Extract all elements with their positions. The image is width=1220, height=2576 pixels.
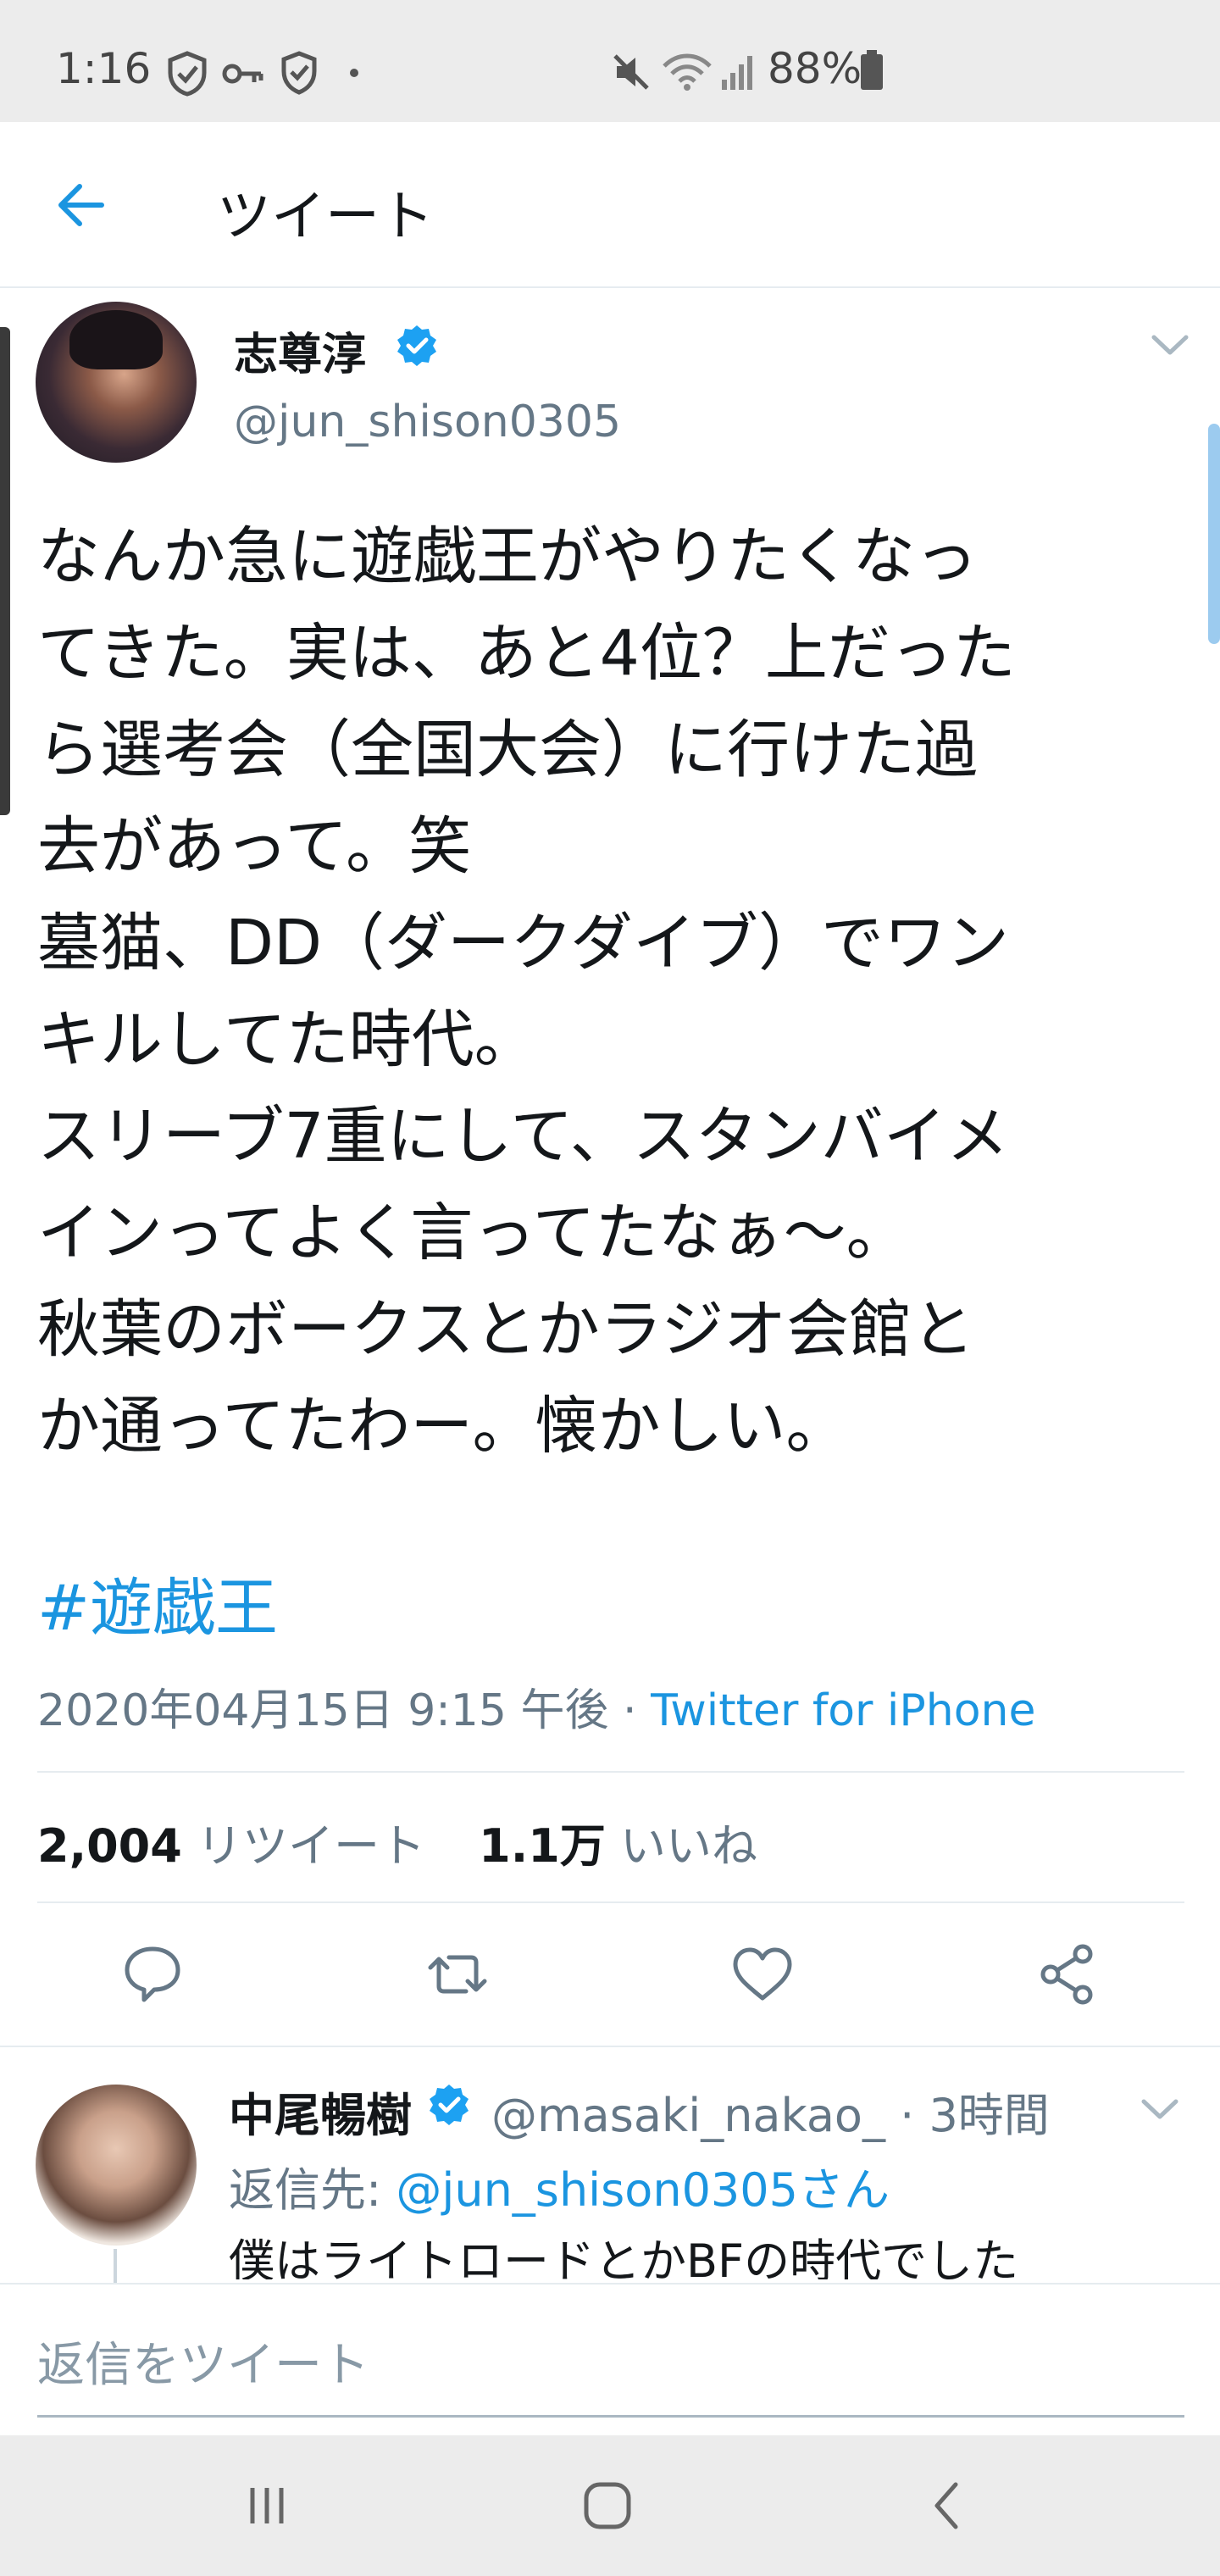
shield-icon	[281, 51, 317, 95]
like-heart-icon[interactable]	[729, 1940, 796, 2008]
tweet-text: なんか急に遊戯王がやりたくなっ てきた。実は、あと4位？上だった ら選考会（全国…	[37, 520, 1016, 1463]
divider	[37, 1901, 1184, 1903]
divider	[0, 2046, 1220, 2047]
header: ツイート	[0, 122, 1220, 288]
divider	[37, 1771, 1184, 1773]
battery-icon	[861, 50, 883, 90]
reply-text: 僕はライトロードとかBFの時代でした	[229, 2235, 1019, 2279]
tweet-actions	[0, 1940, 1220, 2008]
reply-author-handle[interactable]: @masaki_nakao_ · 3時間	[491, 2078, 1050, 2145]
author-handle[interactable]: @jun_shison0305	[234, 397, 621, 447]
retweets-label[interactable]: リツイート	[197, 1819, 425, 1873]
recent-apps-icon[interactable]	[229, 2468, 305, 2544]
scrollbar[interactable]	[1208, 424, 1220, 644]
thread-line	[114, 2249, 117, 2283]
page-title: ツイート	[217, 186, 434, 248]
avatar[interactable]	[36, 302, 197, 463]
status-time: 1:16	[56, 44, 152, 93]
reply-to-mention-link[interactable]: @jun_shison0305さん	[396, 2163, 890, 2217]
chevron-down-icon[interactable]	[1140, 2096, 1179, 2122]
home-icon[interactable]	[569, 2468, 646, 2544]
input-underline	[37, 2415, 1184, 2418]
signal-icon	[722, 56, 752, 90]
tweet-stats: 2,004 リツイート 1.1万 いいね	[37, 1808, 796, 1875]
reply-avatar[interactable]	[36, 2085, 197, 2246]
back-nav-icon[interactable]	[910, 2468, 986, 2544]
verified-badge-icon	[397, 325, 436, 366]
chevron-down-icon[interactable]	[1151, 332, 1190, 358]
reply-author-name[interactable]: 中尾暢樹	[229, 2078, 412, 2145]
key-icon	[222, 64, 263, 84]
likes-count[interactable]: 1.1万	[479, 1819, 606, 1873]
likes-label[interactable]: いいね	[620, 1819, 757, 1873]
reply-icon[interactable]	[119, 1940, 186, 2008]
author-name[interactable]: 志尊淳	[234, 319, 366, 382]
reply-input[interactable]: 返信をツイート	[37, 2327, 369, 2396]
dot-icon	[350, 69, 358, 77]
tweet-source-link[interactable]: Twitter for iPhone	[651, 1685, 1035, 1736]
share-icon[interactable]	[1034, 1940, 1101, 2008]
status-bar: 1:16 88%	[0, 0, 1220, 122]
edge-panel-handle[interactable]	[0, 327, 10, 815]
shield-check-icon	[168, 51, 207, 97]
hashtag-link[interactable]: #遊戯王	[37, 1557, 278, 1648]
reply-compose-bar: 返信をツイート	[0, 2283, 1220, 2435]
reply-to-label: 返信先:	[229, 2163, 396, 2217]
wifi-icon	[663, 53, 712, 91]
tweet-meta: 2020年04月15日 9:15 午後 · Twitter for iPhone	[37, 1674, 1035, 1738]
tweet-timestamp: 2020年04月15日 9:15 午後 ·	[37, 1685, 652, 1736]
battery-percent: 88%	[768, 44, 862, 93]
retweet-icon[interactable]	[424, 1940, 491, 2008]
retweets-count[interactable]: 2,004	[37, 1819, 182, 1873]
system-nav-bar	[0, 2435, 1220, 2576]
verified-badge-icon	[430, 2085, 469, 2125]
reply-to-line: 返信先: @jun_shison0305さん	[229, 2152, 890, 2219]
arrow-left-icon[interactable]	[51, 175, 112, 236]
mute-icon	[613, 54, 649, 90]
